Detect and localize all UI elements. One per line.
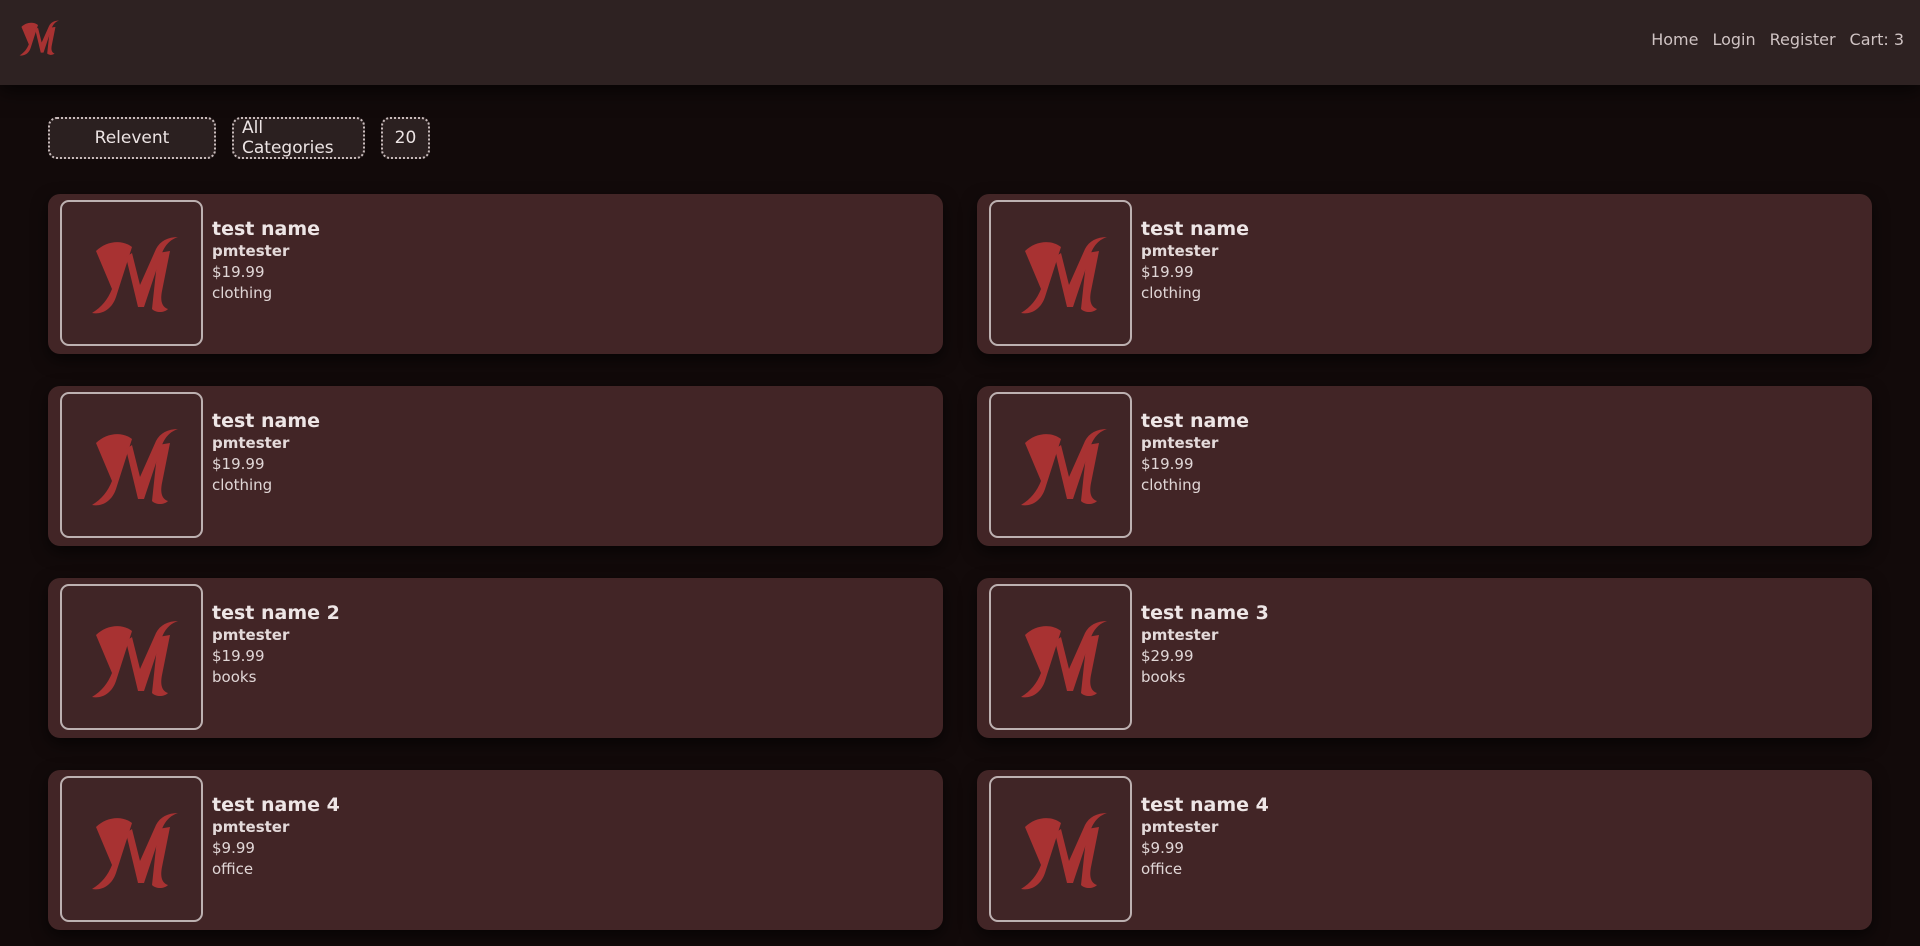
product-seller: pmtester: [212, 242, 290, 260]
nav-home-link[interactable]: Home: [1651, 30, 1698, 49]
m-monogram-icon: [1020, 237, 1107, 314]
product-image: [60, 392, 203, 538]
product-category: clothing: [212, 284, 273, 302]
product-name[interactable]: test name: [1141, 412, 1249, 431]
product-info: test name 4 pmtester $9.99 office: [1141, 796, 1269, 883]
product-name[interactable]: test name 4: [212, 796, 340, 815]
product-card[interactable]: test name pmtester $19.99 clothing: [977, 386, 1872, 546]
product-seller: pmtester: [212, 434, 290, 452]
product-category: books: [1141, 668, 1186, 686]
product-seller: pmtester: [1141, 242, 1219, 260]
product-price: $19.99: [212, 647, 265, 665]
sort-select[interactable]: Relevent: [48, 117, 216, 159]
m-monogram-icon: [1020, 813, 1107, 890]
nav-links: Home Login Register Cart: 3: [1651, 30, 1904, 49]
product-info: test name pmtester $19.99 clothing: [212, 220, 320, 307]
m-monogram-icon: [91, 237, 178, 314]
m-monogram-icon: [91, 429, 178, 506]
product-seller: pmtester: [212, 626, 290, 644]
product-name[interactable]: test name: [1141, 220, 1249, 239]
product-image: [60, 200, 203, 346]
product-grid: test name pmtester $19.99 clothing test …: [48, 194, 1872, 930]
product-price: $19.99: [212, 455, 265, 473]
product-card[interactable]: test name 4 pmtester $9.99 office: [48, 770, 943, 930]
filter-bar: Relevent All Categories 20: [48, 117, 430, 159]
product-image: [989, 584, 1132, 730]
product-price: $9.99: [1141, 839, 1184, 857]
product-price: $29.99: [1141, 647, 1194, 665]
product-category: clothing: [1141, 284, 1202, 302]
product-image: [989, 392, 1132, 538]
product-card[interactable]: test name 2 pmtester $19.99 books: [48, 578, 943, 738]
product-price: $19.99: [1141, 263, 1194, 281]
product-image: [989, 776, 1132, 922]
top-navbar: Home Login Register Cart: 3: [0, 0, 1920, 85]
m-monogram-icon: [1020, 621, 1107, 698]
m-monogram-icon: [91, 621, 178, 698]
product-seller: pmtester: [1141, 434, 1219, 452]
category-select[interactable]: All Categories: [232, 117, 365, 159]
product-seller: pmtester: [1141, 818, 1219, 836]
product-card[interactable]: test name 3 pmtester $29.99 books: [977, 578, 1872, 738]
product-category: clothing: [1141, 476, 1202, 494]
product-info: test name pmtester $19.99 clothing: [1141, 220, 1249, 307]
per-page-select[interactable]: 20: [381, 117, 430, 159]
product-category: office: [1141, 860, 1183, 878]
product-name[interactable]: test name 4: [1141, 796, 1269, 815]
product-card[interactable]: test name pmtester $19.99 clothing: [48, 194, 943, 354]
product-name[interactable]: test name: [212, 412, 320, 431]
product-price: $19.99: [1141, 455, 1194, 473]
product-name[interactable]: test name 2: [212, 604, 340, 623]
product-card[interactable]: test name pmtester $19.99 clothing: [977, 194, 1872, 354]
product-info: test name 3 pmtester $29.99 books: [1141, 604, 1269, 691]
nav-cart-link[interactable]: Cart: 3: [1850, 30, 1904, 49]
product-name[interactable]: test name 3: [1141, 604, 1269, 623]
nav-login-link[interactable]: Login: [1712, 30, 1755, 49]
product-seller: pmtester: [1141, 626, 1219, 644]
m-monogram-logo-icon[interactable]: [14, 14, 62, 60]
product-card[interactable]: test name pmtester $19.99 clothing: [48, 386, 943, 546]
product-info: test name pmtester $19.99 clothing: [212, 412, 320, 499]
product-category: office: [212, 860, 254, 878]
product-info: test name 4 pmtester $9.99 office: [212, 796, 340, 883]
product-price: $9.99: [212, 839, 255, 857]
product-category: clothing: [212, 476, 273, 494]
product-name[interactable]: test name: [212, 220, 320, 239]
product-image: [989, 200, 1132, 346]
nav-register-link[interactable]: Register: [1770, 30, 1836, 49]
product-category: books: [212, 668, 257, 686]
product-info: test name 2 pmtester $19.99 books: [212, 604, 340, 691]
m-monogram-icon: [91, 813, 178, 890]
product-image: [60, 584, 203, 730]
product-image: [60, 776, 203, 922]
product-price: $19.99: [212, 263, 265, 281]
m-monogram-icon: [1020, 429, 1107, 506]
product-seller: pmtester: [212, 818, 290, 836]
product-info: test name pmtester $19.99 clothing: [1141, 412, 1249, 499]
product-card[interactable]: test name 4 pmtester $9.99 office: [977, 770, 1872, 930]
